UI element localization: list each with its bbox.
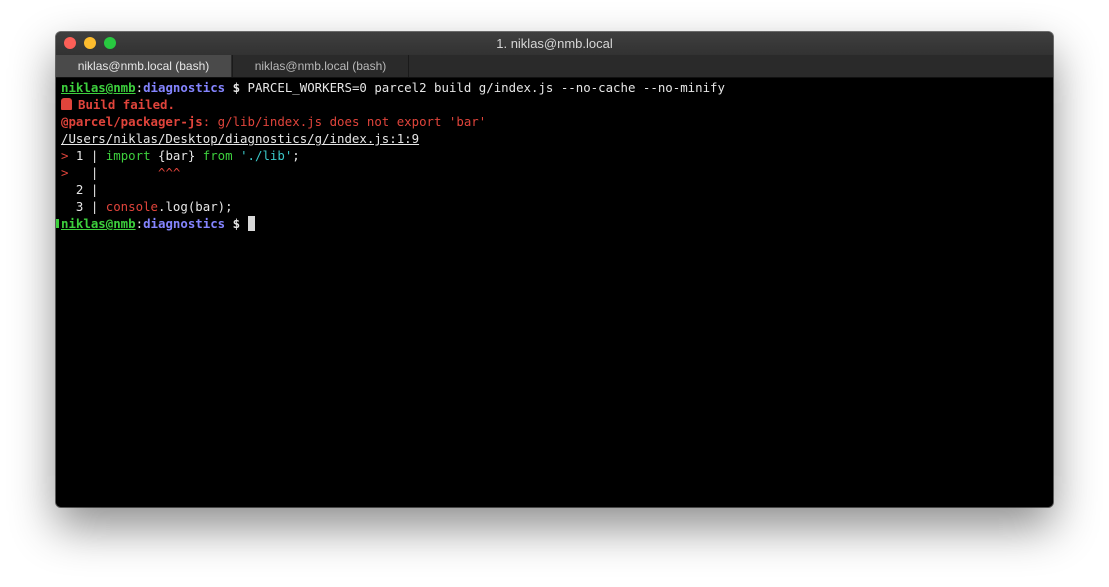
build-failed-text: Build failed. [78, 97, 175, 112]
active-prompt-line[interactable]: niklas@nmb:diagnostics $ [61, 215, 255, 232]
line-number: 3 | [61, 199, 106, 214]
prompt-cwd: diagnostics [143, 80, 226, 95]
error-line: @parcel/packager-js: g/lib/index.js does… [61, 113, 486, 130]
code-frame-line-1: > 1 | import {bar} from './lib'; [61, 147, 300, 164]
console-call: .log(bar); [157, 199, 233, 214]
keyword-import: import [105, 148, 151, 163]
line-number: 2 | [61, 182, 99, 197]
prompt-symbol: $ [225, 80, 248, 95]
prompt-separator: : [135, 216, 144, 231]
siren-icon [61, 98, 72, 110]
prompt-user-host: niklas@nmb [61, 216, 136, 231]
window-title: 1. niklas@nmb.local [496, 36, 613, 51]
file-location-line: /Users/niklas/Desktop/diagnostics/g/inde… [61, 130, 419, 147]
tab-bash-2[interactable]: niklas@nmb.local (bash) [232, 55, 409, 77]
caret-highlight: ^^^ [105, 165, 181, 180]
command-line: niklas@nmb:diagnostics $ PARCEL_WORKERS=… [61, 79, 725, 96]
code-frame-caret-line: > | ^^^ [61, 164, 180, 181]
tab-bar: niklas@nmb.local (bash) niklas@nmb.local… [56, 55, 1053, 78]
prompt-symbol: $ [225, 216, 248, 231]
file-location[interactable]: /Users/niklas/Desktop/diagnostics/g/inde… [61, 131, 419, 146]
title-bar: 1. niklas@nmb.local [56, 32, 1053, 55]
build-failed-line: Build failed. [61, 96, 175, 113]
console-identifier: console [105, 199, 158, 214]
terminal-window: 1. niklas@nmb.local niklas@nmb.local (ba… [56, 32, 1053, 507]
error-origin: @parcel/packager-js [61, 114, 203, 129]
error-message: : g/lib/index.js does not export 'bar' [202, 114, 487, 129]
tab-bash-1[interactable]: niklas@nmb.local (bash) [56, 55, 231, 77]
caret-gutter: | [68, 165, 106, 180]
code-frame-line-3: 3 | console.log(bar); [61, 198, 233, 215]
keyword-from: from [202, 148, 233, 163]
line-number: 1 | [68, 148, 106, 163]
mark-indicator [56, 219, 59, 228]
terminal-output[interactable]: niklas@nmb:diagnostics $ PARCEL_WORKERS=… [56, 78, 1053, 507]
import-braces: {bar} [150, 148, 203, 163]
prompt-user-host: niklas@nmb [61, 80, 136, 95]
command-text: PARCEL_WORKERS=0 parcel2 build g/index.j… [247, 80, 725, 95]
prompt-separator: : [135, 80, 144, 95]
statement-end: ; [292, 148, 300, 163]
import-string: './lib' [232, 148, 293, 163]
prompt-cwd: diagnostics [143, 216, 226, 231]
text-cursor [247, 216, 255, 231]
code-frame-line-2: 2 | [61, 181, 98, 198]
